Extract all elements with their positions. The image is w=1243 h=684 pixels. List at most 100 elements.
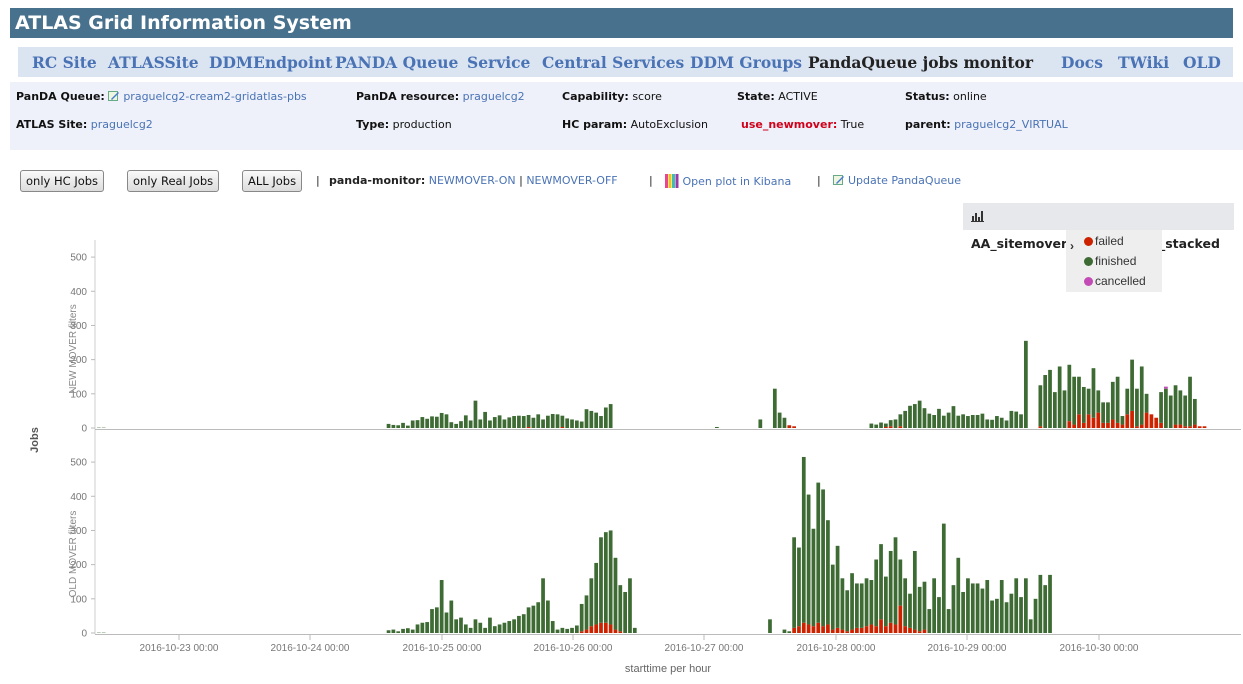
bar-finished (444, 612, 449, 633)
x-tick-label: 2016-10-24 00:00 (271, 643, 350, 654)
bar-failed (1197, 426, 1202, 428)
bar-finished (483, 627, 487, 633)
bar-finished (463, 624, 468, 633)
bar-finished (917, 586, 922, 632)
bar-finished (555, 629, 560, 633)
bar-finished (1086, 388, 1091, 415)
bar-failed (801, 622, 806, 633)
bar-failed (830, 629, 835, 633)
bar-finished (1052, 392, 1057, 428)
bar-finished (1048, 574, 1052, 633)
bar-finished (618, 585, 623, 632)
bar-finished (425, 622, 430, 633)
bar-finished (1192, 398, 1197, 425)
bar-finished (613, 557, 618, 630)
bar-failed (922, 629, 927, 633)
bar-finished (999, 417, 1004, 428)
bar-finished (777, 412, 782, 428)
bar-finished (806, 494, 811, 625)
bar-finished (975, 583, 980, 633)
bar-finished (966, 578, 970, 633)
bar-finished (449, 422, 454, 428)
bar-finished (478, 419, 483, 428)
bar-failed (1077, 414, 1081, 428)
panel-label: OLD MOVER filters (68, 511, 79, 598)
bar-finished (1009, 593, 1014, 633)
bar-finished (608, 404, 613, 428)
bar-finished (628, 578, 632, 633)
bar-finished (1028, 619, 1033, 633)
bar-finished (1139, 366, 1144, 425)
bar-finished (425, 418, 430, 428)
bar-finished (536, 414, 541, 428)
bar-finished (1096, 390, 1101, 413)
bar-finished (1014, 578, 1019, 633)
bar-failed (1149, 414, 1154, 428)
bar-finished (990, 600, 994, 633)
bar-failed (1096, 412, 1101, 428)
bar-failed (1086, 414, 1091, 428)
bar-finished (1081, 386, 1086, 423)
bar-failed (1120, 424, 1125, 428)
bar-finished (521, 416, 526, 428)
bar-failed (888, 426, 893, 428)
bar-finished (883, 423, 888, 427)
bar-finished (574, 625, 579, 633)
bar-failed (898, 605, 903, 633)
bar-finished (787, 631, 792, 633)
x-tick-label: 2016-10-28 00:00 (797, 643, 876, 654)
bar-finished (1173, 385, 1178, 425)
bar-finished (546, 415, 550, 428)
bar-finished (401, 422, 405, 428)
panel-label: NEW MOVER filters (68, 304, 79, 393)
bar-finished (599, 537, 603, 623)
bar-finished (1115, 376, 1120, 423)
bar-finished (512, 619, 516, 633)
bar-finished (961, 414, 965, 428)
bar-finished (565, 418, 570, 428)
bar-failed (888, 622, 893, 633)
bar-finished (541, 578, 545, 633)
bar-finished (999, 580, 1004, 633)
bar-finished (912, 404, 917, 428)
bar-failed (1144, 412, 1149, 428)
bar-failed (1139, 424, 1144, 428)
bar-finished (874, 559, 879, 627)
bar-failed (584, 629, 589, 633)
bar-finished (507, 621, 512, 633)
bar-finished (386, 630, 391, 633)
bar-finished (1077, 376, 1081, 415)
bar-finished (1024, 340, 1028, 428)
bar-finished (420, 417, 425, 428)
bar-finished (546, 600, 550, 633)
bar-failed (1188, 426, 1192, 428)
bar-finished (946, 412, 951, 428)
bar-finished (845, 590, 850, 632)
bar-finished (850, 573, 854, 630)
bar-finished (415, 420, 420, 428)
bar-finished (772, 388, 777, 428)
bar-finished (406, 628, 410, 633)
bar-failed (826, 624, 830, 633)
bar-finished (521, 614, 526, 633)
bar-failed (845, 631, 850, 633)
bar-failed (835, 627, 840, 633)
bar-finished (1019, 597, 1023, 633)
bar-finished (603, 407, 608, 428)
x-tick-label: 2016-10-25 00:00 (403, 643, 482, 654)
bar-finished (396, 631, 401, 633)
bar-finished (1101, 402, 1105, 423)
bar-finished (768, 619, 772, 633)
bar-finished (995, 598, 999, 633)
bar-finished (782, 417, 787, 428)
bar-finished (782, 629, 787, 633)
bar-finished (1164, 388, 1168, 428)
bar-finished (1178, 390, 1183, 425)
bar-finished (961, 591, 965, 633)
bar-finished (966, 416, 970, 428)
bar-finished (594, 562, 599, 625)
bar-finished (715, 426, 719, 428)
bar-failed (855, 627, 859, 633)
bar-finished (912, 550, 917, 630)
y-tick-label: 400 (70, 287, 87, 298)
